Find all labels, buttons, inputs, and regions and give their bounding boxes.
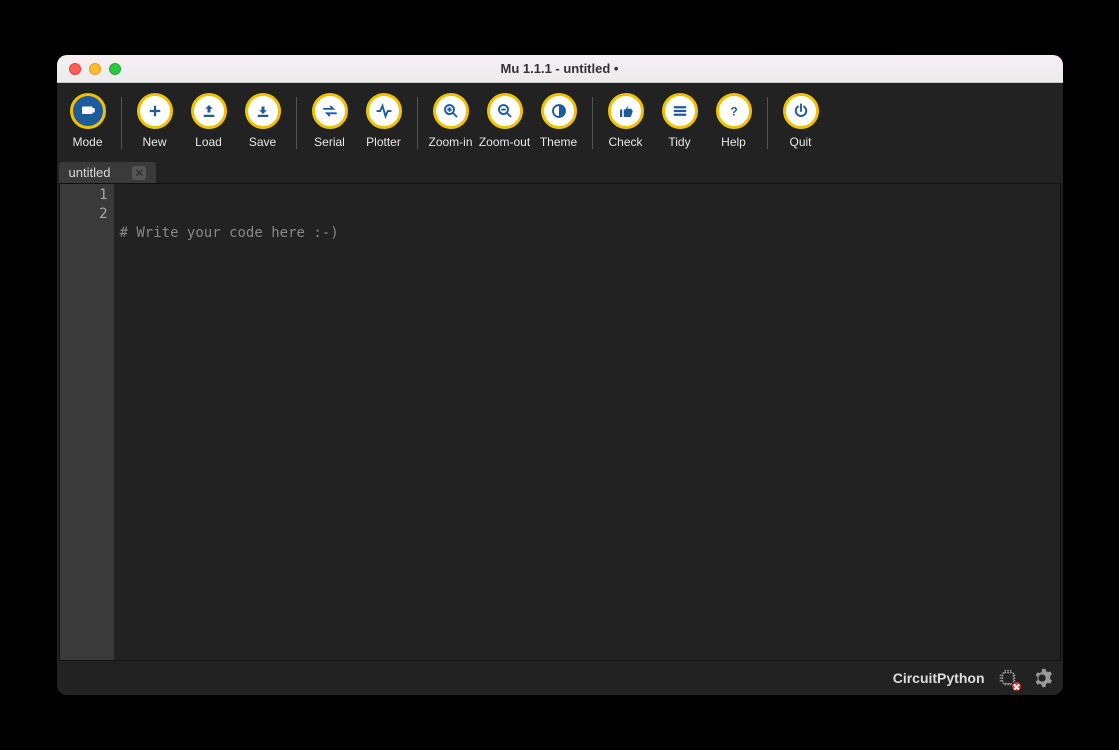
download-icon [245, 93, 281, 129]
check-label: Check [608, 135, 642, 149]
mode-icon [70, 93, 106, 129]
toolbar-separator [767, 97, 768, 149]
window-title: Mu 1.1.1 - untitled • [57, 61, 1063, 76]
plotter-button[interactable]: Plotter [357, 91, 411, 151]
tidy-button[interactable]: Tidy [653, 91, 707, 151]
upload-icon [191, 93, 227, 129]
status-mode-label: CircuitPython [893, 670, 985, 686]
mode-label: Mode [72, 135, 102, 149]
theme-button[interactable]: Theme [532, 91, 586, 151]
tidy-label: Tidy [668, 135, 690, 149]
zoom-in-button[interactable]: Zoom-in [424, 91, 478, 151]
device-error-badge [1011, 681, 1022, 692]
chip-status-icon[interactable] [997, 667, 1019, 689]
new-label: New [142, 135, 166, 149]
editor-area: 1 2 # Write your code here :-) [59, 183, 1061, 661]
load-label: Load [195, 135, 222, 149]
code-editor[interactable]: # Write your code here :-) [114, 184, 1060, 660]
question-icon: ? [716, 93, 752, 129]
plotter-label: Plotter [366, 135, 401, 149]
help-label: Help [721, 135, 746, 149]
save-label: Save [249, 135, 276, 149]
serial-label: Serial [314, 135, 345, 149]
power-icon [783, 93, 819, 129]
line-number: 1 [60, 186, 108, 205]
toolbar-separator [417, 97, 418, 149]
plus-icon [137, 93, 173, 129]
activity-icon [366, 93, 402, 129]
contrast-icon [541, 93, 577, 129]
toolbar-separator [296, 97, 297, 149]
mode-button[interactable]: Mode [61, 91, 115, 151]
traffic-lights [57, 63, 121, 75]
toolbar: Mode New Load Save Serial [57, 83, 1063, 159]
tab-label: untitled [69, 165, 111, 180]
zoom-in-icon [433, 93, 469, 129]
close-window-button[interactable] [69, 63, 81, 75]
status-bar: CircuitPython [57, 661, 1063, 695]
zoom-in-label: Zoom-in [428, 135, 472, 149]
help-button[interactable]: ? Help [707, 91, 761, 151]
quit-label: Quit [789, 135, 811, 149]
app-window: Mu 1.1.1 - untitled • Mode New Load [57, 55, 1063, 695]
tab-bar: untitled ✕ [57, 159, 1063, 183]
thumbs-up-icon [608, 93, 644, 129]
titlebar: Mu 1.1.1 - untitled • [57, 55, 1063, 83]
serial-button[interactable]: Serial [303, 91, 357, 151]
minimize-window-button[interactable] [89, 63, 101, 75]
code-line [120, 281, 1054, 300]
check-button[interactable]: Check [599, 91, 653, 151]
line-number-gutter: 1 2 [60, 184, 114, 660]
close-tab-icon[interactable]: ✕ [132, 166, 146, 180]
line-number: 2 [60, 205, 108, 224]
load-button[interactable]: Load [182, 91, 236, 151]
new-button[interactable]: New [128, 91, 182, 151]
zoom-window-button[interactable] [109, 63, 121, 75]
zoom-out-icon [487, 93, 523, 129]
svg-text:?: ? [730, 105, 737, 119]
theme-label: Theme [540, 135, 577, 149]
zoom-out-label: Zoom-out [479, 135, 530, 149]
toolbar-separator [121, 97, 122, 149]
quit-button[interactable]: Quit [774, 91, 828, 151]
code-line: # Write your code here :-) [120, 224, 1054, 243]
settings-gear-icon[interactable] [1031, 667, 1053, 689]
arrows-horizontal-icon [312, 93, 348, 129]
editor-tab[interactable]: untitled ✕ [59, 162, 157, 183]
toolbar-separator [592, 97, 593, 149]
zoom-out-button[interactable]: Zoom-out [478, 91, 532, 151]
save-button[interactable]: Save [236, 91, 290, 151]
menu-icon [662, 93, 698, 129]
